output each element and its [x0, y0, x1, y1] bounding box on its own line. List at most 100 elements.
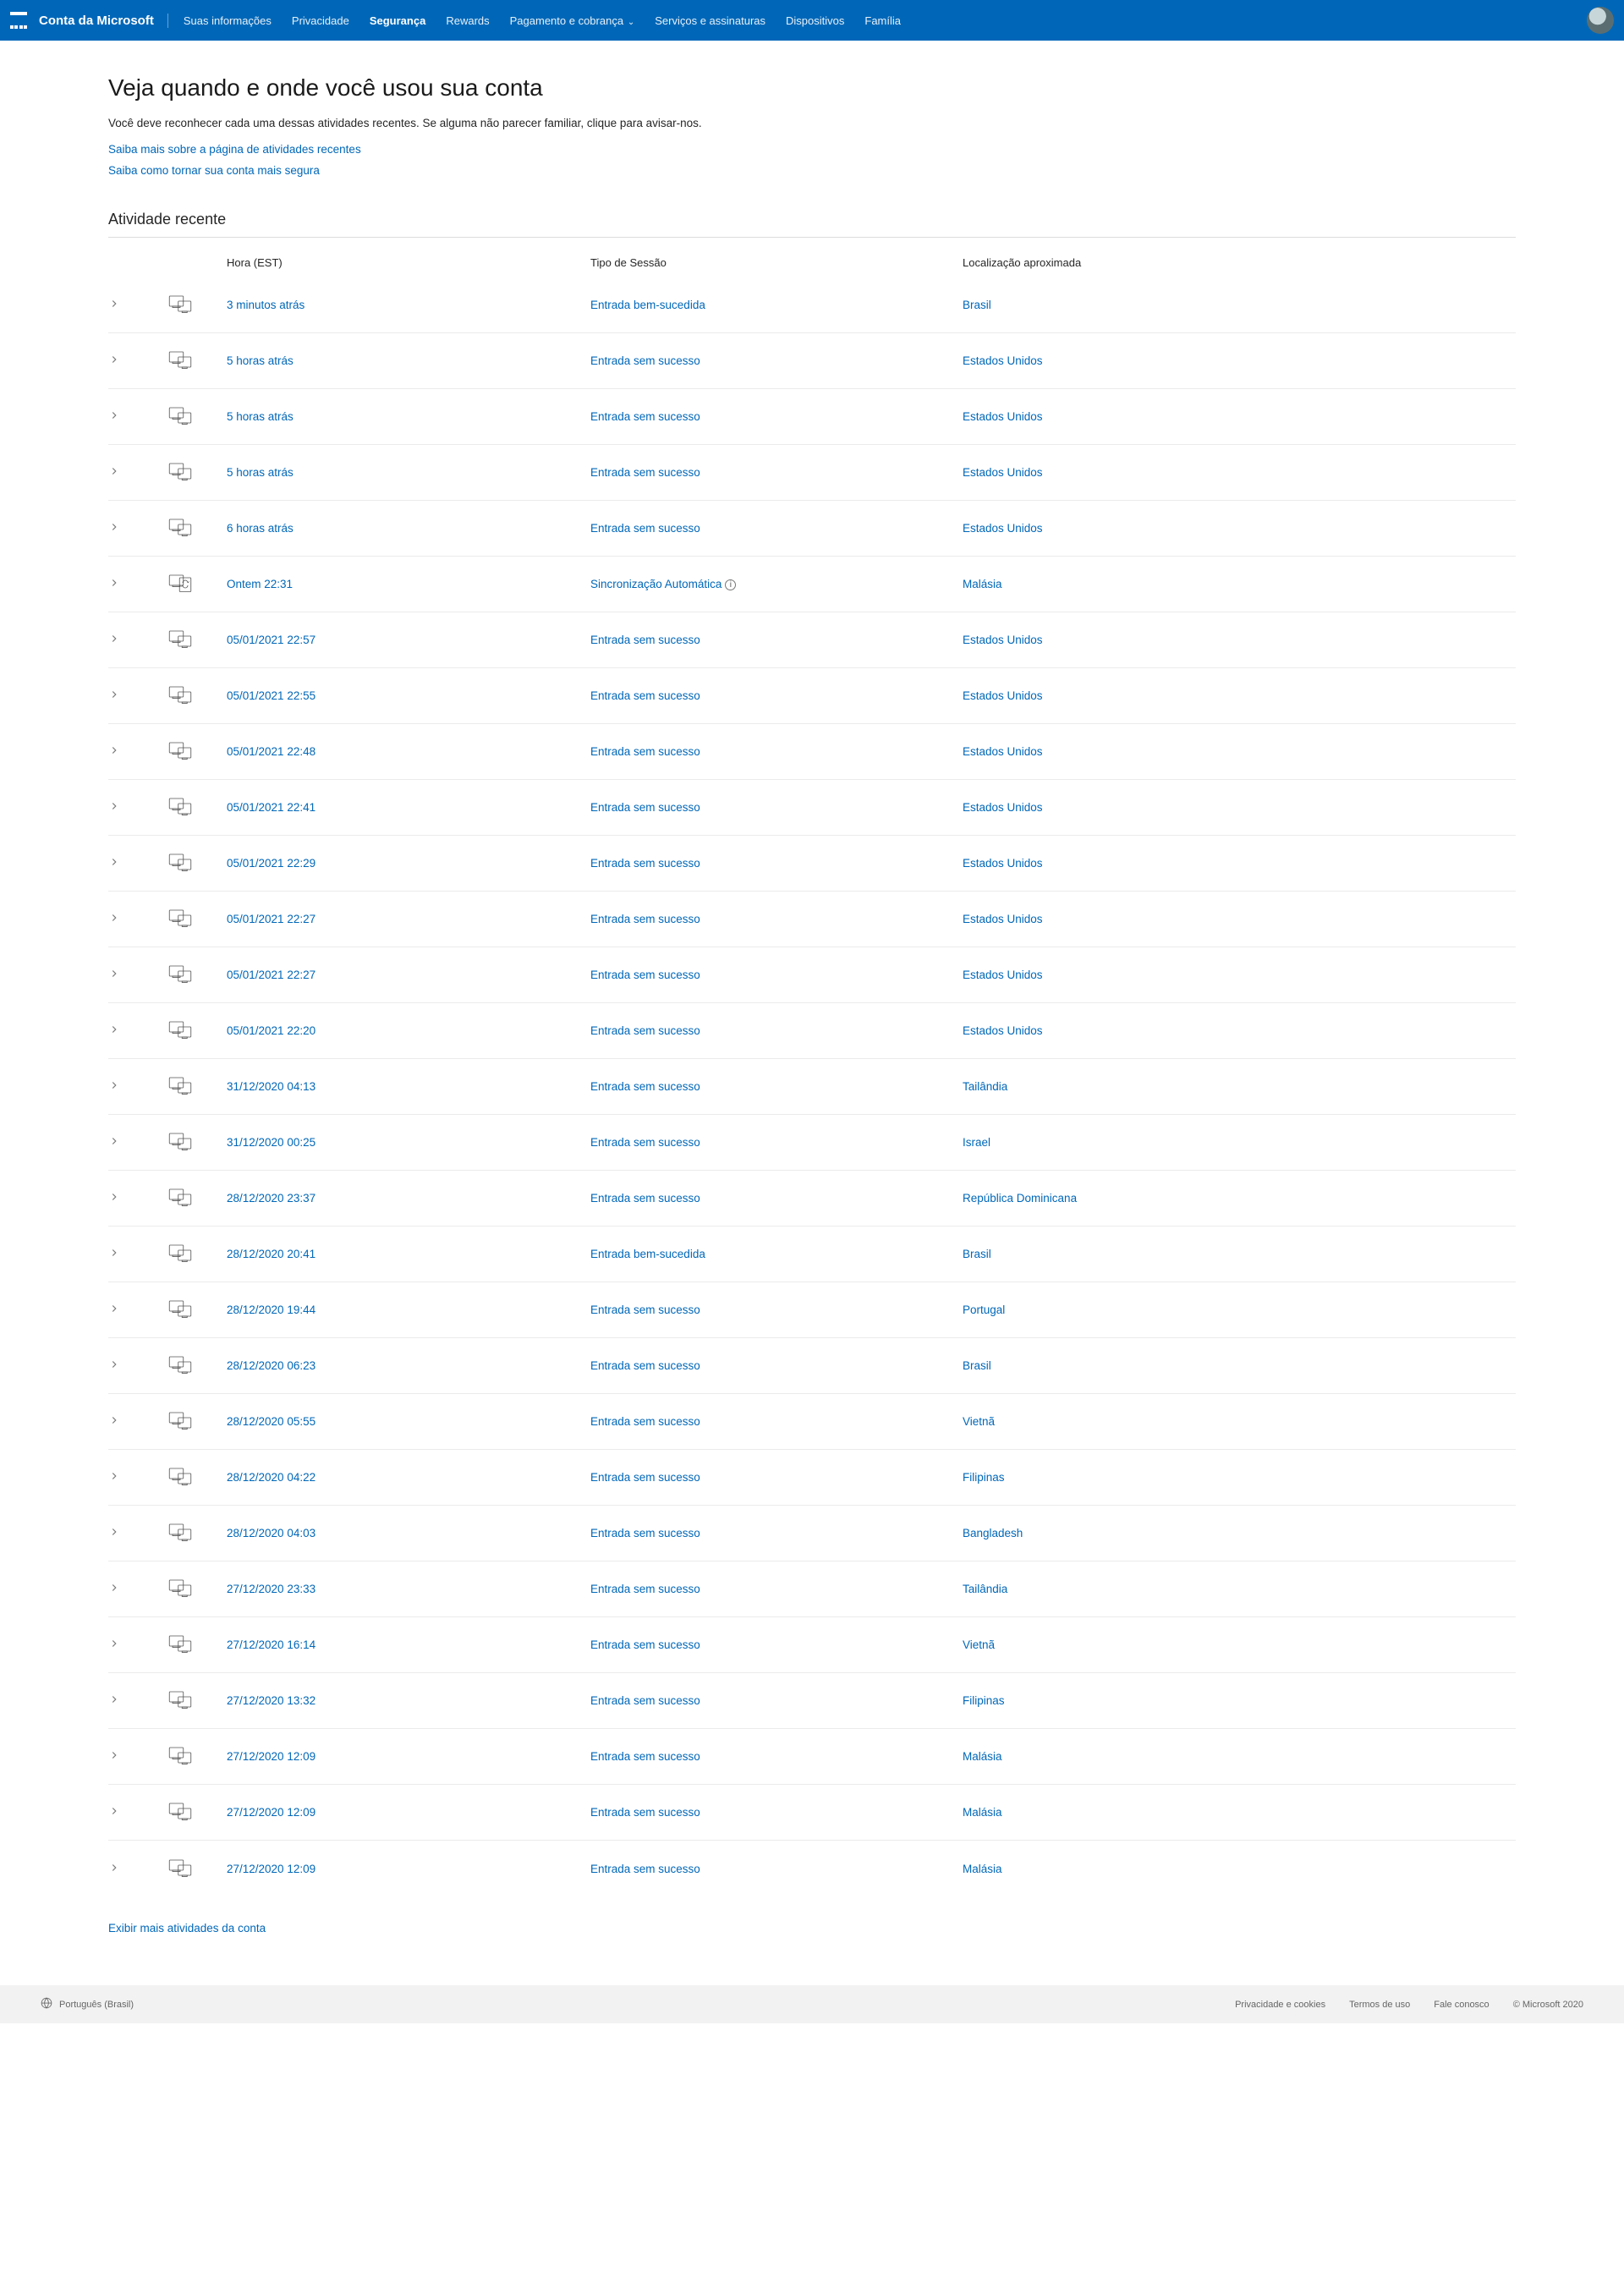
activity-row[interactable]: 28/12/2020 05:55Entrada sem sucessoVietn… — [108, 1394, 1516, 1450]
activity-row[interactable]: 27/12/2020 12:09Entrada sem sucessoMalás… — [108, 1729, 1516, 1785]
activity-row[interactable]: 05/01/2021 22:41Entrada sem sucessoEstad… — [108, 780, 1516, 836]
activity-row[interactable]: 27/12/2020 12:09Entrada sem sucessoMalás… — [108, 1785, 1516, 1841]
desktop-icon — [167, 963, 227, 986]
activity-time: 05/01/2021 22:55 — [227, 689, 590, 702]
desktop-icon — [167, 1466, 227, 1489]
nav-item-4[interactable]: Pagamento e cobrança ⌄ — [502, 9, 644, 32]
activity-type: Entrada sem sucesso — [590, 913, 963, 925]
activity-location: Brasil — [963, 1359, 1516, 1372]
activity-type: Entrada sem sucesso — [590, 1638, 963, 1651]
col-type-header: Tipo de Sessão — [590, 256, 963, 269]
nav-item-5[interactable]: Serviços e assinaturas — [646, 9, 774, 32]
footer-link-2[interactable]: Fale conosco — [1434, 2000, 1489, 2010]
activity-row[interactable]: Ontem 22:31Sincronização AutomáticaiMalá… — [108, 557, 1516, 612]
link-secure-account[interactable]: Saiba como tornar sua conta mais segura — [108, 164, 1516, 177]
activity-row[interactable]: 27/12/2020 16:14Entrada sem sucessoVietn… — [108, 1617, 1516, 1673]
activity-row[interactable]: 31/12/2020 00:25Entrada sem sucessoIsrae… — [108, 1115, 1516, 1171]
activity-location: Estados Unidos — [963, 410, 1516, 423]
footer-copyright: © Microsoft 2020 — [1513, 2000, 1583, 2010]
activity-row[interactable]: 05/01/2021 22:57Entrada sem sucessoEstad… — [108, 612, 1516, 668]
activity-type: Entrada sem sucesso — [590, 745, 963, 758]
activity-time: 31/12/2020 04:13 — [227, 1080, 590, 1093]
brand-title[interactable]: Conta da Microsoft — [39, 14, 168, 28]
activity-row[interactable]: 28/12/2020 04:03Entrada sem sucessoBangl… — [108, 1506, 1516, 1561]
activity-location: Estados Unidos — [963, 801, 1516, 814]
activity-row[interactable]: 05/01/2021 22:55Entrada sem sucessoEstad… — [108, 668, 1516, 724]
chevron-right-icon — [108, 1303, 167, 1317]
activity-time: 27/12/2020 16:14 — [227, 1638, 590, 1651]
desktop-icon — [167, 852, 227, 875]
desktop-icon — [167, 796, 227, 819]
chevron-right-icon — [108, 968, 167, 982]
sync-device-icon — [167, 573, 227, 595]
nav-item-2[interactable]: Segurança — [361, 9, 434, 32]
nav-item-7[interactable]: Família — [856, 9, 909, 32]
link-show-more[interactable]: Exibir mais atividades da conta — [108, 1922, 266, 1935]
activity-row[interactable]: 3 minutos atrásEntrada bem-sucedidaBrasi… — [108, 277, 1516, 333]
activity-type: Entrada sem sucesso — [590, 1527, 963, 1539]
activity-row[interactable]: 05/01/2021 22:48Entrada sem sucessoEstad… — [108, 724, 1516, 780]
activity-type: Entrada sem sucesso — [590, 466, 963, 479]
activity-time: 05/01/2021 22:57 — [227, 634, 590, 646]
nav-item-0[interactable]: Suas informações — [175, 9, 280, 32]
activity-row[interactable]: 05/01/2021 22:27Entrada sem sucessoEstad… — [108, 947, 1516, 1003]
chevron-right-icon — [108, 1247, 167, 1261]
activity-location: República Dominicana — [963, 1192, 1516, 1205]
activity-row[interactable]: 31/12/2020 04:13Entrada sem sucessoTailâ… — [108, 1059, 1516, 1115]
activity-time: 6 horas atrás — [227, 522, 590, 535]
activity-location: Estados Unidos — [963, 1024, 1516, 1037]
link-learn-activity[interactable]: Saiba mais sobre a página de atividades … — [108, 143, 1516, 156]
footer: Português (Brasil) Privacidade e cookies… — [0, 1985, 1624, 2023]
activity-row[interactable]: 28/12/2020 06:23Entrada sem sucessoBrasi… — [108, 1338, 1516, 1394]
activity-location: Brasil — [963, 1248, 1516, 1260]
desktop-icon — [167, 461, 227, 484]
col-expand — [108, 256, 167, 269]
footer-language[interactable]: Português (Brasil) — [59, 2000, 134, 2010]
activity-row[interactable]: 05/01/2021 22:27Entrada sem sucessoEstad… — [108, 892, 1516, 947]
nav-links: Suas informaçõesPrivacidadeSegurançaRewa… — [175, 9, 1587, 32]
desktop-icon — [167, 1801, 227, 1824]
avatar[interactable] — [1587, 7, 1614, 34]
activity-row[interactable]: 28/12/2020 23:37Entrada sem sucessoRepúb… — [108, 1171, 1516, 1227]
info-icon[interactable]: i — [725, 579, 736, 590]
activity-location: Brasil — [963, 299, 1516, 311]
desktop-icon — [167, 1243, 227, 1265]
activity-time: 28/12/2020 04:22 — [227, 1471, 590, 1484]
chevron-right-icon — [108, 409, 167, 424]
activity-row[interactable]: 6 horas atrásEntrada sem sucessoEstados … — [108, 501, 1516, 557]
activity-row[interactable]: 5 horas atrásEntrada sem sucessoEstados … — [108, 389, 1516, 445]
activity-row[interactable]: 27/12/2020 12:09Entrada sem sucessoMalás… — [108, 1841, 1516, 1896]
activity-time: 27/12/2020 12:09 — [227, 1806, 590, 1819]
nav-item-6[interactable]: Dispositivos — [777, 9, 853, 32]
footer-link-1[interactable]: Termos de uso — [1349, 2000, 1410, 2010]
activity-location: Estados Unidos — [963, 969, 1516, 981]
activity-location: Vietnã — [963, 1638, 1516, 1651]
chevron-right-icon — [108, 521, 167, 535]
activity-row[interactable]: 05/01/2021 22:29Entrada sem sucessoEstad… — [108, 836, 1516, 892]
activity-time: 3 minutos atrás — [227, 299, 590, 311]
chevron-right-icon — [108, 354, 167, 368]
footer-link-0[interactable]: Privacidade e cookies — [1235, 2000, 1325, 2010]
nav-item-3[interactable]: Rewards — [437, 9, 497, 32]
activity-row[interactable]: 27/12/2020 23:33Entrada sem sucessoTailâ… — [108, 1561, 1516, 1617]
activity-row[interactable]: 5 horas atrásEntrada sem sucessoEstados … — [108, 445, 1516, 501]
activity-location: Estados Unidos — [963, 913, 1516, 925]
activity-location: Malásia — [963, 1750, 1516, 1763]
activity-location: Malásia — [963, 578, 1516, 590]
app-launcher-icon[interactable] — [10, 12, 27, 29]
page-title: Veja quando e onde você usou sua conta — [108, 74, 1516, 102]
nav-item-1[interactable]: Privacidade — [283, 9, 358, 32]
activity-row[interactable]: 27/12/2020 13:32Entrada sem sucessoFilip… — [108, 1673, 1516, 1729]
activity-type: Entrada sem sucesso — [590, 857, 963, 870]
activity-row[interactable]: 28/12/2020 04:22Entrada sem sucessoFilip… — [108, 1450, 1516, 1506]
chevron-right-icon — [108, 1414, 167, 1429]
activity-row[interactable]: 05/01/2021 22:20Entrada sem sucessoEstad… — [108, 1003, 1516, 1059]
activity-row[interactable]: 28/12/2020 19:44Entrada sem sucessoPortu… — [108, 1282, 1516, 1338]
activity-time: 27/12/2020 12:09 — [227, 1750, 590, 1763]
activity-row[interactable]: 5 horas atrásEntrada sem sucessoEstados … — [108, 333, 1516, 389]
activity-row[interactable]: 28/12/2020 20:41Entrada bem-sucedidaBras… — [108, 1227, 1516, 1282]
desktop-icon — [167, 349, 227, 372]
desktop-icon — [167, 908, 227, 930]
activity-location: Tailândia — [963, 1080, 1516, 1093]
desktop-icon — [167, 405, 227, 428]
